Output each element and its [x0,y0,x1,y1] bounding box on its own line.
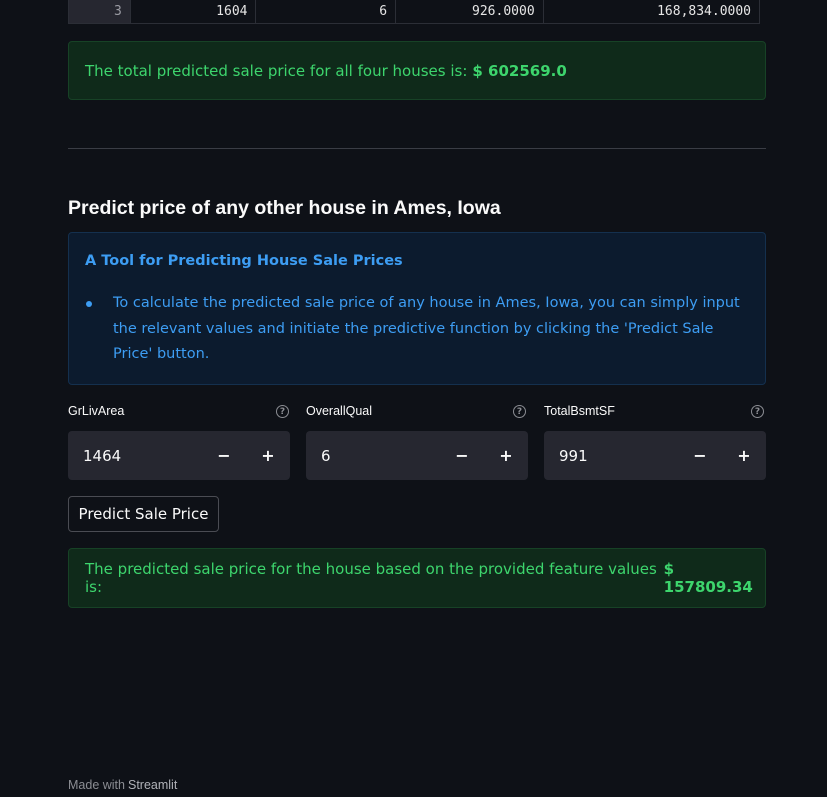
decrement-button[interactable]: − [678,431,722,480]
grlivarea-label: GrLivArea [68,404,125,418]
total-price-value: $ 602569.0 [472,61,567,80]
footer-prefix: Made with [68,778,125,792]
overallqual-input[interactable]: 6 − + [306,431,528,480]
help-icon[interactable]: ? [276,405,289,418]
total-price-alert: The total predicted sale price for all f… [68,41,766,100]
overallqual-value[interactable]: 6 [321,447,440,465]
increment-button[interactable]: + [722,431,766,480]
prediction-value: $ 157809.34 [663,560,753,596]
totalbsmtsf-label: TotalBsmtSF [544,404,615,418]
grlivarea-input[interactable]: 1464 − + [68,431,290,480]
info-title: A Tool for Predicting House Sale Prices [85,253,403,269]
overallqual-label: OverallQual [306,404,372,418]
increment-button[interactable]: + [246,431,290,480]
info-box: A Tool for Predicting House Sale Prices … [68,232,766,385]
help-icon[interactable]: ? [751,405,764,418]
total-price-text: The total predicted sale price for all f… [85,61,468,80]
increment-button[interactable]: + [484,431,528,480]
prediction-text: The predicted sale price for the house b… [85,560,657,596]
prediction-alert: The predicted sale price for the house b… [68,548,766,608]
cell-overallqual: 6 [256,0,397,23]
divider [68,148,766,149]
cell-grlivarea: 1604 [131,0,257,23]
help-icon[interactable]: ? [513,405,526,418]
info-bullet-text: To calculate the predicted sale price of… [113,295,740,362]
section-heading: Predict price of any other house in Ames… [68,197,501,219]
footer: Made with Streamlit [68,778,177,792]
grlivarea-value[interactable]: 1464 [83,447,202,465]
totalbsmtsf-value[interactable]: 991 [559,447,678,465]
decrement-button[interactable]: − [440,431,484,480]
totalbsmtsf-input[interactable]: 991 − + [544,431,766,480]
predict-sale-price-button[interactable]: Predict Sale Price [68,496,219,532]
streamlit-link[interactable]: Streamlit [128,778,177,792]
app-page: 3 1604 6 926.0000 168,834.0000 The total… [0,0,827,797]
decrement-button[interactable]: − [202,431,246,480]
cell-saleprice: 168,834.0000 [657,4,752,19]
cell-totalbsmtsf: 926.0000 [396,0,544,23]
bullet-icon [86,301,92,307]
row-index: 3 [69,0,131,23]
dataframe-row: 3 1604 6 926.0000 168,834.0000 [68,0,760,24]
